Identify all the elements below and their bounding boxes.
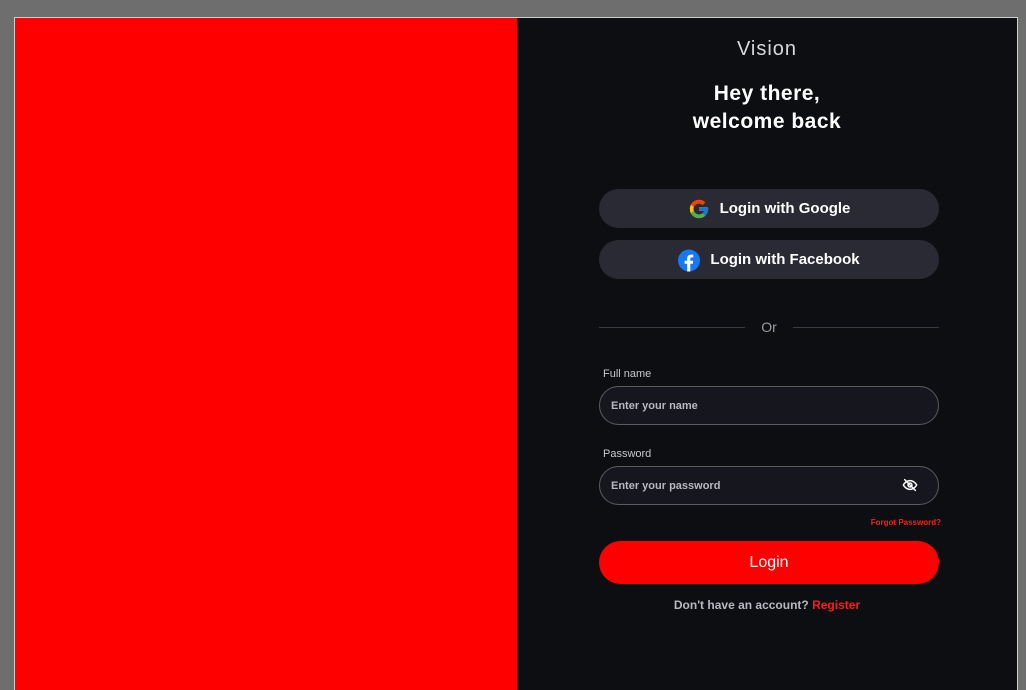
- login-panel: Vision Hey there, welcome back Login wit…: [517, 18, 1017, 690]
- hero-panel: [15, 18, 517, 690]
- google-icon: [688, 198, 710, 220]
- facebook-icon: [678, 249, 701, 271]
- login-with-facebook-button[interactable]: Login with Facebook: [599, 240, 939, 279]
- login-button[interactable]: Login: [599, 541, 939, 584]
- divider-text: Or: [761, 319, 777, 335]
- page-title: Hey there, welcome back: [517, 80, 1017, 136]
- register-prompt-text: Don't have an account?: [673, 598, 809, 612]
- register-prompt: Don't have an account? Register: [517, 598, 1017, 612]
- full-name-input[interactable]: [600, 386, 938, 425]
- brand-name: Vision: [736, 38, 798, 60]
- password-label: Password: [603, 448, 652, 460]
- or-divider: Or: [599, 317, 939, 337]
- login-with-google-button[interactable]: Login with Google: [599, 189, 939, 228]
- divider-line-right: [792, 326, 939, 328]
- full-name-field-wrapper: [599, 386, 939, 425]
- facebook-button-label: Login with Facebook: [710, 251, 860, 268]
- app-window: Vision Hey there, welcome back Login wit…: [14, 17, 1018, 690]
- headline-line-2: welcome back: [692, 110, 842, 133]
- forgot-password-link[interactable]: Forgot Password?: [871, 518, 941, 527]
- full-name-label: Full name: [603, 368, 652, 380]
- password-field-wrapper: [599, 466, 939, 505]
- eye-off-icon[interactable]: [902, 477, 920, 495]
- google-button-label: Login with Google: [719, 200, 851, 217]
- password-input[interactable]: [600, 466, 902, 505]
- register-link[interactable]: Register: [812, 598, 860, 612]
- headline-line-1: Hey there,: [713, 82, 821, 105]
- divider-line-left: [599, 326, 746, 328]
